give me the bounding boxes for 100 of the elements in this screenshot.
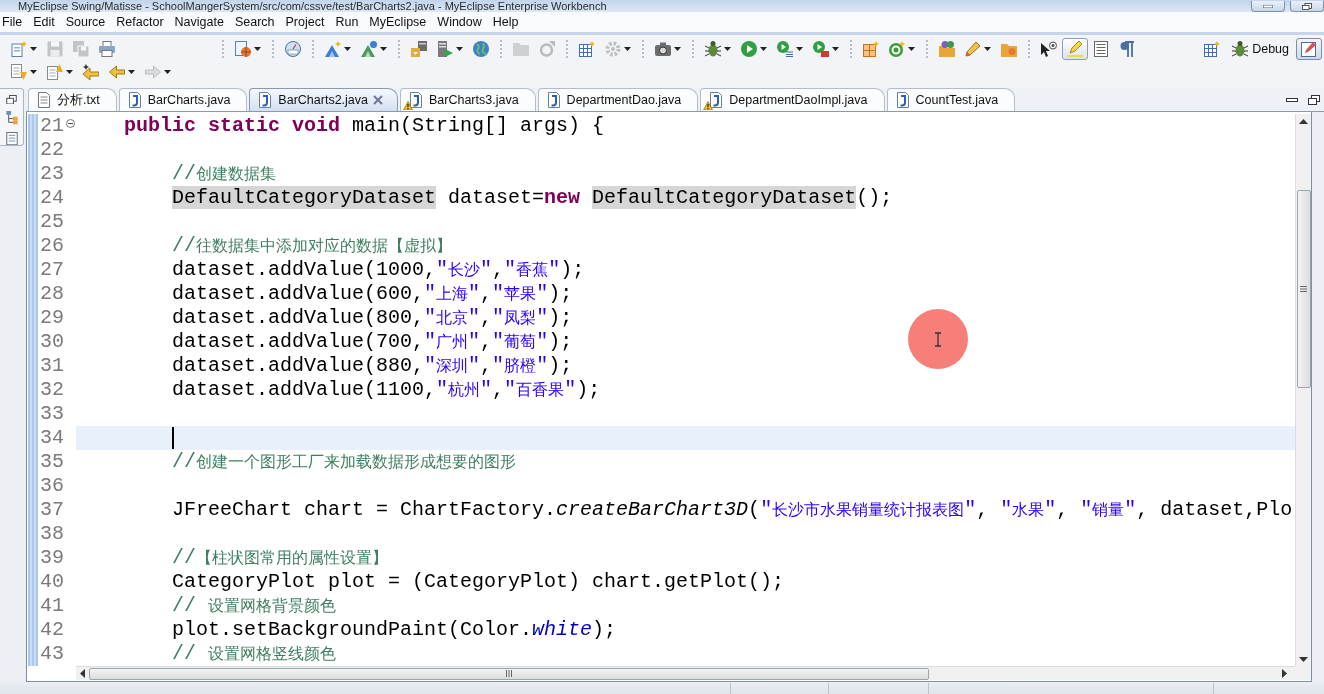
editor-tab[interactable]: CountTest.java [886, 88, 1016, 111]
globe-icon [473, 41, 489, 57]
document-icon [894, 92, 911, 108]
window-title: MyEclipse Swing/Matisse - SchoolMangerSystem/src/com/cssve/test/BarCharts2.java - MyEclipse Enterprise Workbench [17, 0, 607, 12]
folder-icon [1001, 41, 1017, 57]
code-line: dataset.addValue(700,"广州","葡萄"); [172, 330, 573, 354]
close-icon[interactable] [373, 95, 383, 105]
printer-icon [99, 41, 115, 57]
code-line: CategoryPlot plot = (CategoryPlot) chart.getPlot(); [172, 570, 785, 594]
code-line: // 设置网格竖线颜色 [172, 642, 337, 666]
maximize-icon[interactable] [1308, 94, 1320, 105]
gear-icon [605, 41, 621, 57]
restore-icon[interactable] [6, 95, 17, 105]
folder-icon [513, 41, 529, 57]
menu-item[interactable]: MyEclipse [363, 12, 432, 32]
gauge-icon [285, 41, 301, 57]
play-list-icon [777, 41, 793, 57]
editor-tab[interactable]: 分析.txt [28, 88, 117, 111]
line-number: 23 [39, 162, 65, 186]
play-icon [741, 41, 757, 57]
menu-item[interactable]: Navigate [169, 12, 230, 32]
play-toolbox-icon [813, 41, 829, 57]
code-line: //【柱状图常用的属性设置】 [172, 546, 389, 570]
line-number: 28 [39, 282, 65, 306]
bug-icon [1232, 41, 1249, 57]
bug-icon [705, 41, 721, 57]
line-number: 39 [39, 546, 65, 570]
table-star-icon [1204, 41, 1221, 57]
line-number: 41 [39, 594, 65, 618]
pilcrow-icon [1119, 41, 1135, 57]
document-arrow-down-icon [11, 64, 27, 80]
highlighter-icon [1067, 41, 1083, 57]
down-arrow-icon[interactable] [1299, 657, 1308, 662]
restore-button[interactable] [1290, 1, 1324, 12]
perspective-button[interactable]: Debug [1227, 38, 1294, 60]
code-line: dataset.addValue(880,"深圳","脐橙"); [172, 354, 573, 378]
outline-icon[interactable] [5, 131, 18, 145]
document-icon [708, 92, 725, 108]
server-play-icon [437, 41, 453, 57]
line-number: 30 [39, 330, 65, 354]
menu-item[interactable]: Source [60, 12, 111, 32]
line-number: 35 [39, 450, 65, 474]
up-arrow-icon[interactable] [1299, 119, 1308, 124]
code-line: //创建一个图形工厂来加载数据形成想要的图形 [172, 450, 517, 474]
menu-item[interactable]: Project [280, 12, 330, 32]
document-icon [408, 92, 424, 108]
line-number: 27 [39, 258, 65, 282]
pencil-box-icon [1301, 41, 1317, 57]
document-arrow-up-icon [47, 64, 63, 80]
menu-item[interactable]: Refactor [110, 12, 170, 32]
mountain-dot-icon [361, 41, 377, 57]
perspective-button[interactable] [1296, 38, 1322, 60]
arrow-right-icon [145, 64, 161, 80]
left-arrow-icon[interactable] [80, 669, 85, 678]
line-number: 29 [39, 306, 65, 330]
code-line: DefaultCategoryDataset dataset=new DefaultCategoryDataset(); [172, 186, 893, 210]
scrollbar-thumb[interactable] [89, 667, 929, 680]
line-number: 26 [39, 234, 65, 258]
line-number: 34 [39, 426, 65, 450]
menu-item[interactable]: File [0, 12, 28, 32]
table-star-icon [579, 41, 595, 57]
code-line: //创建数据集 [172, 162, 277, 186]
editor-tab[interactable]: DepartmentDaoImpl.java [700, 88, 885, 111]
menu-item[interactable]: Search [229, 12, 280, 32]
minimize-icon[interactable] [1286, 97, 1298, 102]
folder-balls-icon [939, 41, 955, 57]
arrow-left-icon [109, 64, 125, 80]
line-number: 21 [39, 114, 65, 138]
menu-item[interactable]: Window [431, 12, 488, 32]
minus-circle-icon[interactable] [66, 119, 75, 128]
editor-tab[interactable]: BarCharts2.java [249, 88, 398, 111]
line-number: 25 [39, 210, 65, 234]
code-line: //往数据集中添加对应的数据【虚拟】 [172, 234, 453, 258]
menu-item[interactable]: Help [487, 12, 524, 32]
i-beam-pointer-icon [908, 309, 968, 369]
document-icon [36, 92, 52, 108]
editor-tab[interactable]: DepartmentDao.java [537, 88, 699, 111]
editor-tab[interactable]: BarCharts.java [118, 88, 248, 111]
code-line: dataset.addValue(1100,"杭州","百香果"); [172, 378, 601, 402]
arrow-left-star-icon [83, 64, 99, 80]
pencil-icon [965, 41, 981, 57]
tree-icon[interactable] [5, 111, 18, 125]
arrow-pointer-icon [1041, 41, 1057, 57]
camera-icon [655, 41, 671, 57]
vertical-scrollbar[interactable] [1295, 114, 1311, 666]
grip-icon [506, 670, 512, 677]
menu-item[interactable]: Run [329, 12, 364, 32]
restore-icon [1302, 2, 1312, 10]
new-document-icon [11, 41, 27, 57]
horizontal-scrollbar[interactable] [76, 666, 1295, 680]
grid-star-icon [863, 41, 879, 57]
line-number: 24 [39, 186, 65, 210]
document-icon [545, 92, 562, 108]
right-arrow-icon[interactable] [1282, 669, 1287, 678]
code-line: // 设置网格背景颜色 [172, 594, 337, 618]
menu-item[interactable]: Edit [27, 12, 61, 32]
code-line: JFreeChart chart = ChartFactory.createBarChart3D("长沙市水果销量统计报表图", "水果", "销量", dataset,Plo [172, 498, 1293, 522]
minimize-button[interactable] [1251, 1, 1285, 12]
editor-tab[interactable]: BarCharts3.java [400, 88, 536, 111]
scrollbar-thumb[interactable] [1296, 190, 1311, 388]
